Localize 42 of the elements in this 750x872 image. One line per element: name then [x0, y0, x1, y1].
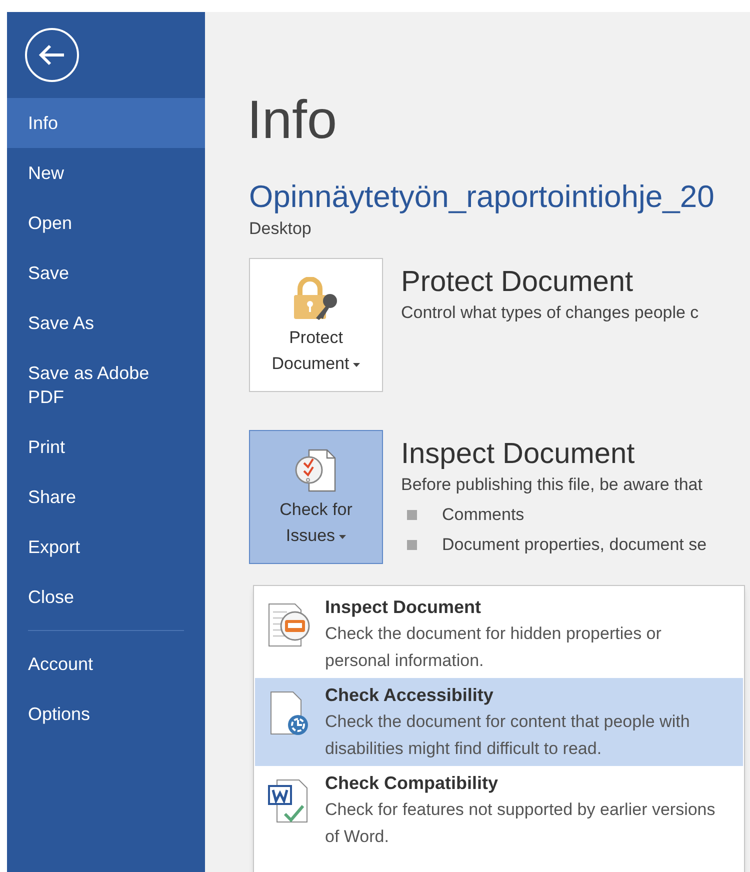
back-arrow-icon — [38, 44, 66, 66]
caret-icon — [339, 534, 346, 539]
section-description: Control what types of changes people c — [401, 302, 699, 324]
protect-document-button[interactable]: Protect Document — [249, 258, 383, 392]
item-description: Check for features not supported by earlier versions of Word. — [325, 799, 716, 848]
sidebar-item[interactable]: Save as Adobe PDF — [7, 348, 205, 422]
button-label: Issues — [286, 523, 346, 549]
button-label: Protect — [289, 327, 343, 349]
lock-key-icon — [292, 277, 340, 321]
sidebar-item[interactable]: Print — [7, 422, 205, 472]
sidebar-item[interactable]: Info — [7, 98, 205, 148]
sidebar-item[interactable]: Close — [7, 572, 205, 622]
sidebar-item[interactable]: Options — [7, 689, 205, 739]
section-description: Before publishing this file, be aware that — [401, 474, 704, 496]
page-title: Info — [247, 89, 338, 152]
file-name: Opinnäytetyön_raportointiohje_20 — [249, 178, 716, 216]
file-location: Desktop — [249, 218, 312, 240]
check-for-issues-button[interactable]: Check for Issues — [249, 430, 383, 564]
sidebar-item[interactable]: New — [7, 148, 205, 198]
section-heading: Protect Document — [401, 265, 634, 300]
back-button[interactable] — [25, 28, 79, 82]
item-title: Check Accessibility — [325, 684, 494, 707]
bullet-icon — [407, 540, 417, 550]
button-label: Document — [272, 351, 360, 377]
item-description: Check the document for hidden properties or personal information. — [325, 623, 662, 672]
bullet-icon — [407, 510, 417, 520]
sidebar-item[interactable]: Account — [7, 639, 205, 689]
bullet-text: Document properties, document se — [442, 534, 707, 556]
document-inspect-icon — [267, 602, 311, 648]
item-title: Inspect Document — [325, 596, 482, 619]
sidebar-item[interactable]: Save — [7, 248, 205, 298]
sidebar-item[interactable]: Open — [7, 198, 205, 248]
dropdown-item[interactable]: Check Accessibility Check the document for content that people with disabilities might find difficult to read. — [255, 678, 743, 766]
item-description: Check the document for content that people with disabilities might find difficult to read. — [325, 711, 691, 760]
section-heading: Inspect Document — [401, 437, 636, 472]
sidebar-item[interactable]: Save As — [7, 298, 205, 348]
sidebar-item[interactable]: Export — [7, 522, 205, 572]
caret-icon — [353, 362, 360, 367]
bullet-text: Comments — [442, 504, 524, 526]
item-title: Check Compatibility — [325, 772, 500, 795]
button-label: Check for — [280, 499, 352, 521]
sidebar-item[interactable]: Share — [7, 472, 205, 522]
